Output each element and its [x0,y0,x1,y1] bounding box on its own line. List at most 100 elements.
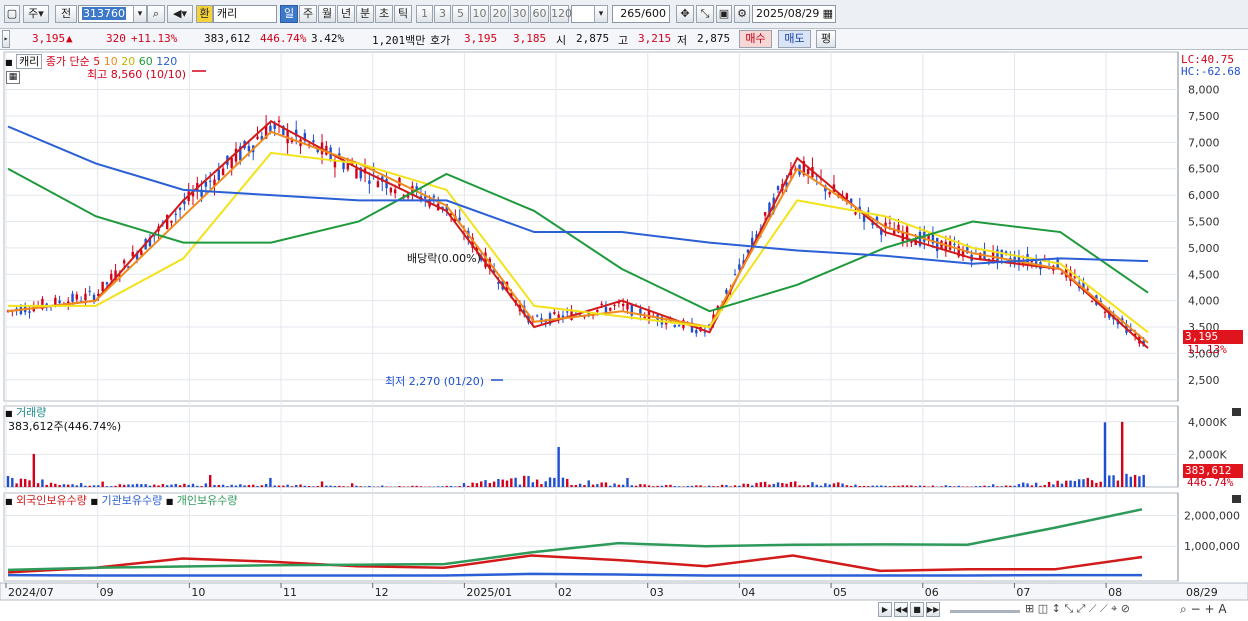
interval-tab-20[interactable]: 20 [490,5,509,23]
volume-bar [587,480,590,487]
sell-button[interactable]: 매도 [778,30,811,48]
chevron-down-icon[interactable]: ▾ [594,5,608,23]
stock-name-field[interactable]: 캐리 [213,5,277,23]
interval-tab-5[interactable]: 5 [452,5,469,23]
period-tab-5[interactable]: 초 [375,5,393,23]
volume-bar [467,485,470,487]
volume-bar [854,484,857,487]
interval-tab-120[interactable]: 120 [550,5,572,23]
price-panel-name[interactable]: 캐리 [16,54,43,69]
volume-bar [729,486,732,487]
candle-body [613,304,616,306]
volume-bar [794,481,797,487]
interval-tab-1[interactable]: 1 [416,5,433,23]
stop-icon[interactable]: ■ [910,602,924,617]
zoom-icon[interactable]: ⌕ [1180,602,1187,616]
volume-bar [299,484,302,487]
period-tab-2[interactable]: 월 [318,5,336,23]
quote-open: 2,875 [576,32,610,45]
volume-bar [888,486,892,487]
crosshair-icon[interactable]: ✥ [676,5,694,23]
date-axis-bar [0,582,1248,601]
zoom-tools[interactable]: ⌕ − + A [1180,602,1227,617]
high-label: 고 [618,34,629,47]
rewind-icon[interactable]: ◀◀ [894,602,908,617]
scroll-right-icon[interactable]: ▶ [878,602,892,617]
zoom-in-icon[interactable]: + [1204,602,1214,616]
volume-bar [647,485,651,487]
expand-icon[interactable]: ▸ [2,30,10,48]
volume-panel-close-icon[interactable] [1232,408,1241,416]
volume-bar [135,483,139,487]
volume-bar [798,485,801,487]
volume-bar [127,484,130,487]
volume-bar [785,483,788,487]
exchange-button[interactable]: 환 [196,5,213,23]
volume-bar [140,484,143,487]
interval-tab-10[interactable]: 10 [470,5,489,23]
volume-bar [1133,474,1137,487]
volume-bar [832,483,836,487]
holdings-panel-close-icon[interactable] [1232,495,1241,503]
candle-body [1060,273,1064,275]
volume-bar [264,483,268,487]
search-icon[interactable]: ⌕ [147,5,165,23]
interval-tab-60[interactable]: 60 [530,5,549,23]
candle-body [110,273,113,280]
period-tab-6[interactable]: 틱 [394,5,412,23]
panel-marker-icon: ■ [90,497,98,506]
volume-bar [566,478,569,487]
volume-bar [621,484,625,487]
volume-bar [776,482,780,487]
view-selector[interactable]: 주▾ [23,5,49,23]
period-tab-3[interactable]: 년 [337,5,355,23]
volume-bar [342,486,345,487]
window-icon[interactable]: ▢ [4,5,20,23]
chevron-down-icon[interactable]: ▾ [133,5,147,23]
candle-body [355,168,358,179]
gear-icon[interactable]: ⚙ [734,5,750,23]
volume-bar [535,479,539,487]
forward-icon[interactable]: ▶▶ [926,602,940,617]
stock-chart[interactable]: 2,5003,0003,5004,0004,5005,0005,5006,000… [0,50,1248,621]
volume-bar [363,486,367,487]
volume-bar [1022,482,1025,487]
volume-bar [1138,476,1141,487]
bar-count-field[interactable]: 265/600 [612,5,670,23]
grid-toggle-icon[interactable]: ▦ [6,71,20,84]
prev-button[interactable]: 전 [55,5,77,23]
interval-tab-30[interactable]: 30 [510,5,529,23]
eval-button[interactable]: 평 [816,30,836,48]
volume-bar [837,482,840,487]
volume-bar [71,484,74,487]
zoom-slider[interactable] [950,610,1020,613]
individual-holdings-label: 개인보유수량 [176,494,238,507]
interval-tab-3[interactable]: 3 [434,5,451,23]
dividend-label: 배당락(0.00%) [407,252,481,265]
zoom-out-icon[interactable]: − [1191,602,1201,616]
calendar-icon[interactable]: ▦ [823,6,833,22]
period-tab-0[interactable]: 일 [280,5,298,23]
speaker-icon[interactable]: ◀▾ [167,5,193,23]
volume-bar [217,484,220,487]
date-field[interactable]: 2025/08/29 ▦ [752,5,836,23]
volume-bar [1026,483,1029,487]
volume-bar [849,485,853,487]
volume-bar [811,482,814,487]
font-size-icon[interactable]: A [1218,602,1226,616]
volume-bar [368,485,371,487]
volume-bar [346,486,350,487]
buy-button[interactable]: 매수 [739,30,772,48]
volume-bar [196,485,199,487]
candle-body [458,217,461,221]
draw-tool-icon[interactable]: ⤡ [696,5,714,23]
drawing-tools[interactable]: ⊞ ◫ ↕ ⤡ ⤢ ⟋ ⟋ ⌖ ⊘ [1025,602,1130,616]
volume-bar [682,486,685,487]
volume-bar [1069,480,1072,487]
volume-bar [626,478,629,487]
period-tab-4[interactable]: 분 [356,5,374,23]
save-icon[interactable]: ▣ [716,5,732,23]
period-tab-1[interactable]: 주 [299,5,317,23]
volume-bar [961,486,965,487]
stock-code-value: 313760 [82,7,126,20]
